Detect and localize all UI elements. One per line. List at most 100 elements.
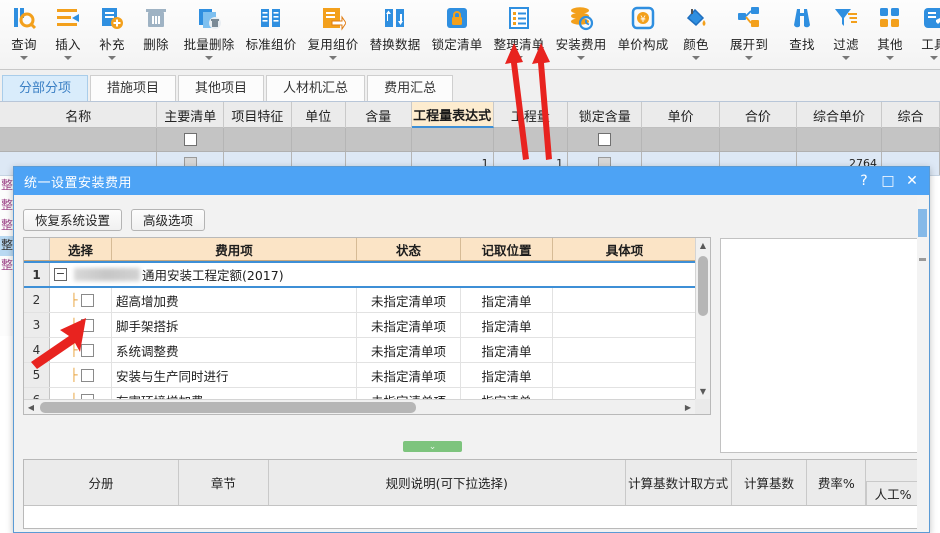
maximize-icon[interactable]: □	[877, 171, 899, 191]
toolbar-button-2[interactable]: 补充	[90, 0, 134, 60]
fee-item-detail[interactable]	[553, 288, 697, 312]
toolbar-button-12[interactable]: 颜色	[674, 0, 718, 60]
dialog-vertical-scrollbar[interactable]	[917, 196, 928, 532]
rule-column-header-3[interactable]: 计算基数计取方式	[626, 460, 732, 505]
grid-column-header-11[interactable]: 综合	[882, 102, 940, 128]
toolbar-button-0[interactable]: 查询	[2, 0, 46, 60]
fee-column-header-1[interactable]: 选择	[50, 238, 112, 260]
fee-item-status[interactable]: 未指定清单项	[357, 338, 461, 362]
scroll-right-icon[interactable]: ▶	[681, 400, 695, 414]
tab-4[interactable]: 费用汇总	[367, 75, 454, 101]
toolbar-button-8[interactable]: 锁定清单	[426, 0, 488, 60]
row-select-checkbox[interactable]	[80, 368, 94, 382]
grid-column-header-4[interactable]: 含量	[346, 102, 412, 128]
grid-column-header-6[interactable]: 工程量	[494, 102, 569, 128]
select-cell[interactable]: ├	[50, 288, 112, 312]
rule-column-header-2[interactable]: 规则说明(可下拉选择)	[269, 460, 626, 505]
toolbar-button-1[interactable]: 插入	[46, 0, 90, 60]
fee-table-row[interactable]: 3 ├ 脚手架搭拆 未指定清单项 指定清单	[24, 313, 710, 338]
chevron-down-icon[interactable]	[886, 56, 894, 60]
filter-cell-1[interactable]	[157, 128, 225, 151]
fee-column-header-4[interactable]: 记取位置	[461, 238, 553, 260]
scrollbar-thumb-horizontal[interactable]	[40, 402, 416, 413]
fee-column-header-5[interactable]: 具体项	[553, 238, 697, 260]
fee-item-position[interactable]: 指定清单	[461, 338, 553, 362]
group-row-cell[interactable]: − 通用安装工程定额(2017)	[50, 263, 697, 286]
toolbar-button-16[interactable]: 其他	[868, 0, 912, 60]
fee-table-row[interactable]: 2 ├ 超高增加费 未指定清单项 指定清单	[24, 288, 710, 313]
rule-column-header-0[interactable]: 分册	[24, 460, 179, 505]
toolbar-button-11[interactable]: ¥ 单价构成	[612, 0, 674, 60]
toolbar-button-17[interactable]: 工具	[912, 0, 940, 60]
chevron-down-icon[interactable]	[64, 56, 72, 60]
chevron-down-icon[interactable]	[842, 56, 850, 60]
fee-item-status[interactable]: 未指定清单项	[357, 313, 461, 337]
dialog-scrollbar-thumb[interactable]	[918, 209, 927, 237]
grid-column-header-0[interactable]: 名称	[0, 102, 158, 128]
fee-item-detail[interactable]	[553, 338, 697, 362]
fee-table-row[interactable]: 1− 通用安装工程定额(2017)	[24, 261, 710, 288]
toolbar-button-10[interactable]: 安装费用	[550, 0, 612, 60]
tab-0[interactable]: 分部分项	[2, 75, 89, 101]
row-select-checkbox[interactable]	[80, 293, 94, 307]
select-cell[interactable]: ├	[50, 313, 112, 337]
grid-column-header-10[interactable]: 综合单价	[797, 102, 883, 128]
fee-item-position[interactable]: 指定清单	[461, 288, 553, 312]
rule-column-header-1[interactable]: 章节	[179, 460, 269, 505]
chevron-down-icon[interactable]	[108, 56, 116, 60]
detail-preview-panel[interactable]	[720, 238, 920, 453]
chevron-down-icon[interactable]	[205, 56, 213, 60]
grid-column-header-3[interactable]: 单位	[292, 102, 346, 128]
fee-item-position[interactable]: 指定清单	[461, 363, 553, 387]
fee-item-detail[interactable]	[553, 313, 697, 337]
chevron-down-icon[interactable]	[745, 56, 753, 60]
grid-column-header-5[interactable]: 工程量表达式	[411, 102, 494, 128]
fee-column-header-2[interactable]: 费用项	[112, 238, 357, 260]
toolbar-button-4[interactable]: 批量删除	[178, 0, 240, 60]
chevron-down-icon[interactable]	[515, 56, 523, 60]
toolbar-button-6[interactable]: 复用组价	[302, 0, 364, 60]
row-select-checkbox[interactable]	[80, 318, 94, 332]
scroll-down-icon[interactable]: ▼	[696, 384, 710, 399]
collapse-icon[interactable]: −	[54, 268, 67, 281]
chevron-down-icon[interactable]	[329, 56, 337, 60]
select-cell[interactable]: ├	[50, 338, 112, 362]
scroll-up-icon[interactable]: ▲	[696, 238, 710, 253]
toolbar-button-9[interactable]: 整理清单	[488, 0, 550, 60]
fee-column-header-0[interactable]	[24, 238, 50, 260]
row-select-checkbox[interactable]	[80, 343, 94, 357]
panel-splitter-handle[interactable]: ⌄	[403, 441, 462, 452]
toolbar-button-13[interactable]: 展开到	[718, 0, 780, 60]
fee-column-header-3[interactable]: 状态	[357, 238, 461, 260]
toolbar-button-15[interactable]: 过滤	[824, 0, 868, 60]
close-icon[interactable]: ✕	[901, 171, 923, 191]
chevron-down-icon[interactable]	[20, 56, 28, 60]
tab-2[interactable]: 其他项目	[178, 75, 265, 101]
advanced-options-button[interactable]: 高级选项	[131, 208, 206, 231]
fee-table-horizontal-scrollbar[interactable]: ◀ ▶	[24, 399, 695, 414]
grid-column-header-2[interactable]: 项目特征	[224, 102, 292, 128]
fee-item-status[interactable]: 未指定清单项	[357, 288, 461, 312]
fee-table-row[interactable]: 5 ├ 安装与生产同时进行 未指定清单项 指定清单	[24, 363, 710, 388]
main-grid-filter-row[interactable]	[0, 128, 940, 152]
tab-3[interactable]: 人材机汇总	[266, 75, 366, 101]
filter-checkbox[interactable]	[598, 133, 612, 146]
dialog-title-bar[interactable]: 统一设置安装费用 ? □ ✕	[14, 167, 929, 195]
filter-cell-7[interactable]	[568, 128, 643, 151]
fee-table-vertical-scrollbar[interactable]: ▲ ▼	[695, 238, 710, 399]
select-cell[interactable]: ├	[50, 363, 112, 387]
restore-system-settings-button[interactable]: 恢复系统设置	[23, 208, 123, 231]
fee-item-position[interactable]: 指定清单	[461, 313, 553, 337]
chevron-down-icon[interactable]	[692, 56, 700, 60]
rule-column-header-4[interactable]: 计算基数	[732, 460, 808, 505]
fee-item-detail[interactable]	[553, 363, 697, 387]
scrollbar-thumb-vertical[interactable]	[698, 256, 708, 316]
scroll-left-icon[interactable]: ◀	[24, 400, 38, 414]
toolbar-button-5[interactable]: 标准组价	[240, 0, 302, 60]
toolbar-button-7[interactable]: 替换数据	[364, 0, 426, 60]
help-icon[interactable]: ?	[853, 171, 875, 191]
grid-column-header-7[interactable]: 锁定含量	[568, 102, 643, 128]
grid-column-header-9[interactable]: 合价	[720, 102, 797, 128]
grid-column-header-8[interactable]: 单价	[642, 102, 720, 128]
fee-item-status[interactable]: 未指定清单项	[357, 363, 461, 387]
